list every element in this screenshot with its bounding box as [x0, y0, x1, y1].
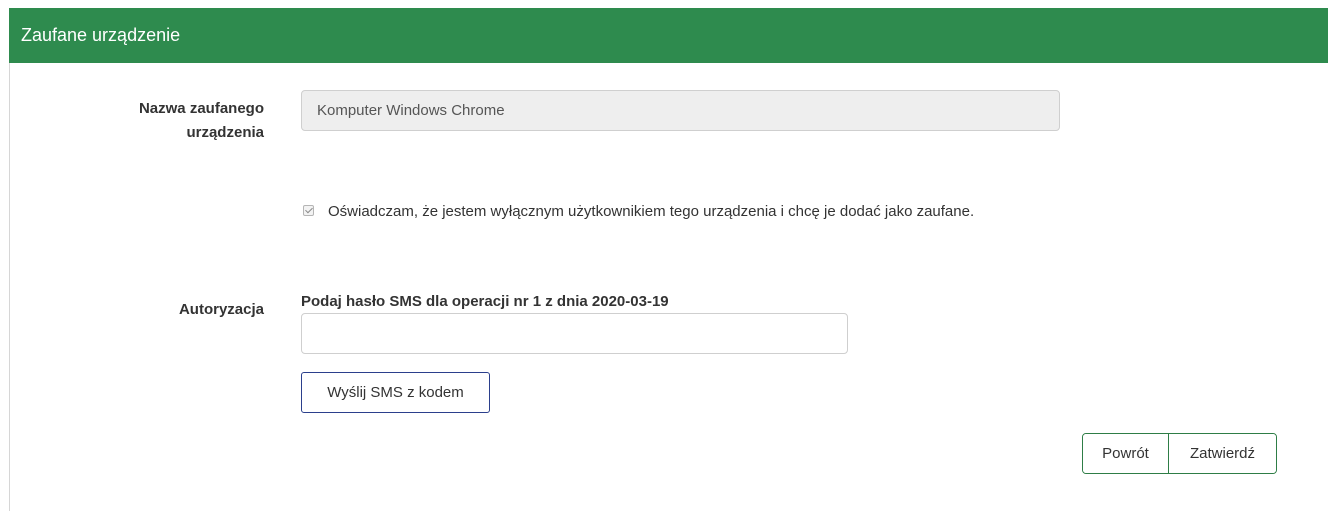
authorization-label: Autoryzacja — [178, 301, 264, 318]
action-button-group: Powrót Zatwierdź — [1082, 433, 1277, 474]
declaration-text: Oświadczam, że jestem wyłącznym użytkown… — [328, 203, 975, 220]
sms-prompt-label: Podaj hasło SMS dla operacji nr 1 z dnia… — [301, 293, 669, 310]
back-button[interactable]: Powrót — [1083, 434, 1169, 473]
device-name-field: Komputer Windows Chrome — [301, 90, 1060, 131]
trusted-device-panel: Zaufane urządzenie Nazwa zaufanego urząd… — [9, 8, 1328, 511]
panel-title: Zaufane urządzenie — [9, 8, 1328, 63]
declaration-checkbox[interactable] — [303, 205, 314, 216]
send-sms-button[interactable]: Wyślij SMS z kodem — [301, 372, 490, 413]
device-name-label: Nazwa zaufanego urządzenia — [138, 100, 264, 141]
sms-code-input[interactable] — [301, 313, 848, 354]
confirm-button[interactable]: Zatwierdź — [1169, 434, 1276, 473]
